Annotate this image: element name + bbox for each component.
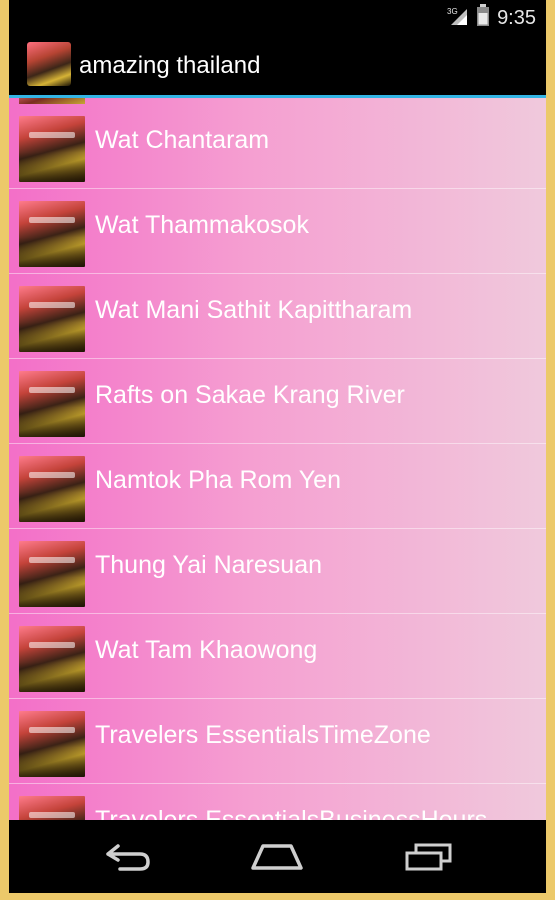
- thumbnail-image: [19, 371, 85, 437]
- list-item[interactable]: Thung Yai Naresuan: [9, 529, 546, 614]
- list-item[interactable]: Wat Chantaram: [9, 104, 546, 189]
- thumbnail-image: [19, 201, 85, 267]
- phone-screen: 3G 9:35 amazing thailand Wat Chantaram Wa…: [9, 0, 546, 893]
- list-item[interactable]: Rafts on Sakae Krang River: [9, 359, 546, 444]
- list-item-label: Thung Yai Naresuan: [95, 551, 323, 579]
- signal-icon: 3G: [447, 5, 469, 31]
- thumbnail-image: [19, 456, 85, 522]
- list-item[interactable]: Travelers EssentialsTimeZone: [9, 699, 546, 784]
- app-icon[interactable]: [27, 42, 71, 86]
- list-item[interactable]: Wat Tam Khaowong: [9, 614, 546, 699]
- action-bar: amazing thailand: [9, 32, 546, 98]
- status-time: 9:35: [497, 6, 536, 29]
- status-bar: 3G 9:35: [9, 0, 546, 32]
- thumbnail-image: [19, 711, 85, 777]
- list-item-label: Travelers EssentialsBusinessHours: [95, 806, 488, 820]
- list-item[interactable]: Namtok Pha Rom Yen: [9, 444, 546, 529]
- home-button[interactable]: [247, 840, 307, 874]
- status-icons: 3G 9:35: [447, 4, 536, 32]
- navigation-bar: [9, 820, 546, 893]
- list-item-label: Wat Chantaram: [95, 126, 270, 154]
- list-item-label: Travelers EssentialsTimeZone: [95, 721, 431, 749]
- network-type: 3G: [447, 7, 458, 16]
- thumbnail-image: [19, 626, 85, 692]
- list-item[interactable]: Wat Thammakosok: [9, 189, 546, 274]
- list-item-label: Rafts on Sakae Krang River: [95, 381, 405, 409]
- battery-icon: [477, 4, 490, 32]
- back-icon: [106, 844, 150, 871]
- home-icon: [251, 844, 303, 870]
- thumbnail-image: [19, 286, 85, 352]
- list-item-label: Namtok Pha Rom Yen: [95, 466, 341, 494]
- recents-button[interactable]: [399, 840, 459, 874]
- thumbnail-image: [19, 116, 85, 182]
- thumbnail-image: [19, 796, 85, 820]
- list-item[interactable]: Travelers EssentialsBusinessHours: [9, 784, 546, 820]
- thumbnail-image: [19, 541, 85, 607]
- app-title: amazing thailand: [79, 52, 261, 79]
- list-item-label: Wat Mani Sathit Kapittharam: [95, 296, 413, 324]
- list-item-label: Wat Tam Khaowong: [95, 636, 318, 664]
- back-button[interactable]: [97, 840, 157, 874]
- attractions-list[interactable]: Wat Chantaram Wat Thammakosok Wat Mani Sat…: [9, 98, 546, 820]
- recents-icon: [405, 843, 452, 871]
- list-item[interactable]: Wat Mani Sathit Kapittharam: [9, 274, 546, 359]
- list-item-label: Wat Thammakosok: [95, 211, 309, 239]
